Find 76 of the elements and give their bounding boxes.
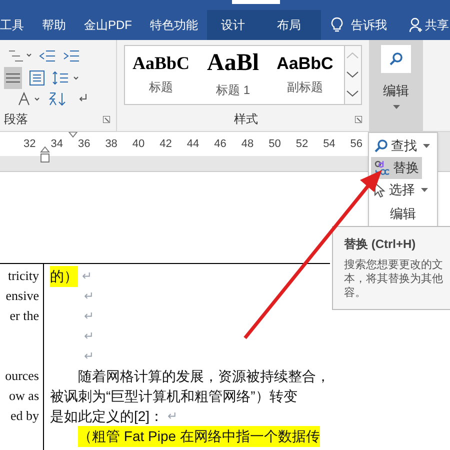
group-label: 样式 — [234, 111, 258, 128]
tooltip-title: 替换 (Ctrl+H) — [344, 236, 417, 253]
style-sample: AaBl — [206, 51, 259, 75]
ribbon-tab[interactable]: 金山PDF — [75, 10, 141, 40]
group-label: 段落 — [4, 111, 28, 128]
paragraph-mark: ↵ — [84, 328, 94, 345]
ruler-number: 40 — [131, 136, 146, 152]
paragraph-text: 是如此定义的[2]： — [50, 406, 164, 426]
paragraph-text: 被讽刺为“巨型计算机和粗管网络”）转变 — [50, 386, 298, 406]
paragraph-mark: ↵ — [168, 408, 178, 425]
table-text: er the — [10, 307, 39, 326]
ruler-number: 56 — [349, 136, 364, 152]
ribbon-tab[interactable]: 帮助 — [33, 10, 75, 40]
ruler-number: 42 — [158, 136, 173, 152]
group-label: 编辑 — [390, 205, 416, 223]
increase-indent-icon[interactable] — [62, 48, 80, 64]
menu-item[interactable]: 查找 — [371, 135, 433, 157]
ruler-number: 46 — [213, 136, 228, 152]
style-name: 标题 1 — [216, 82, 250, 99]
multilevel-list-icon[interactable] — [6, 48, 32, 64]
paragraph-text: 的） — [50, 266, 78, 286]
ruler-number: 52 — [294, 136, 310, 152]
paragraph-mark: ↵ — [84, 308, 94, 325]
tooltip-text: 搜索您想要更改的文 — [344, 258, 444, 272]
table-text: ensive — [6, 287, 39, 306]
ruler-number: 44 — [186, 136, 200, 152]
ruler-number: 34 — [50, 136, 64, 152]
paragraph-mark: ↵ — [82, 268, 92, 285]
table-text: ources — [5, 367, 39, 386]
align-icon — [6, 72, 20, 84]
style-sample: AaBbC — [132, 54, 190, 72]
distributed-icon[interactable] — [28, 70, 46, 86]
paragraph-text: （粗管 Fat Pipe 在网络中指一个数据传 — [78, 426, 320, 446]
paragraph-mark: ↵ — [84, 348, 94, 365]
search-icon — [374, 139, 388, 153]
ribbon-tab[interactable]: 设计 — [207, 10, 261, 40]
replace-icon — [374, 160, 390, 176]
tell-me-label[interactable]: 告诉我 — [351, 16, 387, 34]
text-effect-icon[interactable] — [16, 91, 40, 108]
dialog-launcher-icon[interactable] — [103, 116, 110, 122]
tooltip-text: 容。 — [344, 286, 367, 300]
ribbon-tab[interactable]: 布局 — [261, 10, 321, 40]
ruler-number: 54 — [322, 136, 336, 152]
ruler-number: 50 — [268, 136, 282, 152]
paragraph-text: 随着网格计算的发展，资源被持续整合， — [78, 366, 330, 386]
justify-button[interactable] — [4, 66, 22, 88]
share-button[interactable]: 共享 — [425, 16, 449, 34]
ruler-number: 32 — [22, 136, 37, 152]
ribbon-tab[interactable]: 特色功能 — [141, 10, 207, 40]
ribbon-tab[interactable]: 工具 — [0, 10, 33, 40]
indent-marker-icon[interactable] — [40, 146, 50, 164]
table-text: ow as — [9, 387, 39, 406]
ruler-number: 48 — [240, 136, 255, 152]
decrease-indent-icon[interactable] — [38, 48, 56, 64]
caret-icon — [392, 104, 400, 108]
style-item[interactable]: AaBbC 副标题 — [269, 46, 341, 104]
sort-icon[interactable] — [48, 91, 68, 108]
style-item[interactable]: AaBl 标题 1 — [197, 46, 269, 104]
table-text: ed by — [10, 407, 39, 426]
line-spacing-icon[interactable] — [52, 70, 80, 86]
person-icon — [409, 17, 423, 33]
dialog-launcher-icon[interactable] — [355, 116, 362, 122]
ruler-number: 36 — [76, 136, 92, 152]
style-name: 标题 — [149, 79, 173, 96]
style-item[interactable]: AaBbC 标题 — [125, 46, 197, 104]
table-text: tricity — [8, 267, 39, 286]
lightbulb-icon — [331, 17, 343, 33]
editing-button[interactable]: 编辑 — [369, 40, 423, 131]
paragraph-mark: ↵ — [84, 288, 94, 305]
ruler-number: 38 — [104, 136, 118, 152]
menu-item[interactable]: 选择 — [371, 179, 431, 201]
tooltip-text: 本，将其替换为其他 — [344, 272, 444, 286]
menu-item[interactable]: 替换 — [371, 157, 422, 179]
search-icon — [389, 52, 403, 66]
style-sample: AaBbC — [276, 54, 334, 72]
style-name: 副标题 — [287, 78, 323, 96]
